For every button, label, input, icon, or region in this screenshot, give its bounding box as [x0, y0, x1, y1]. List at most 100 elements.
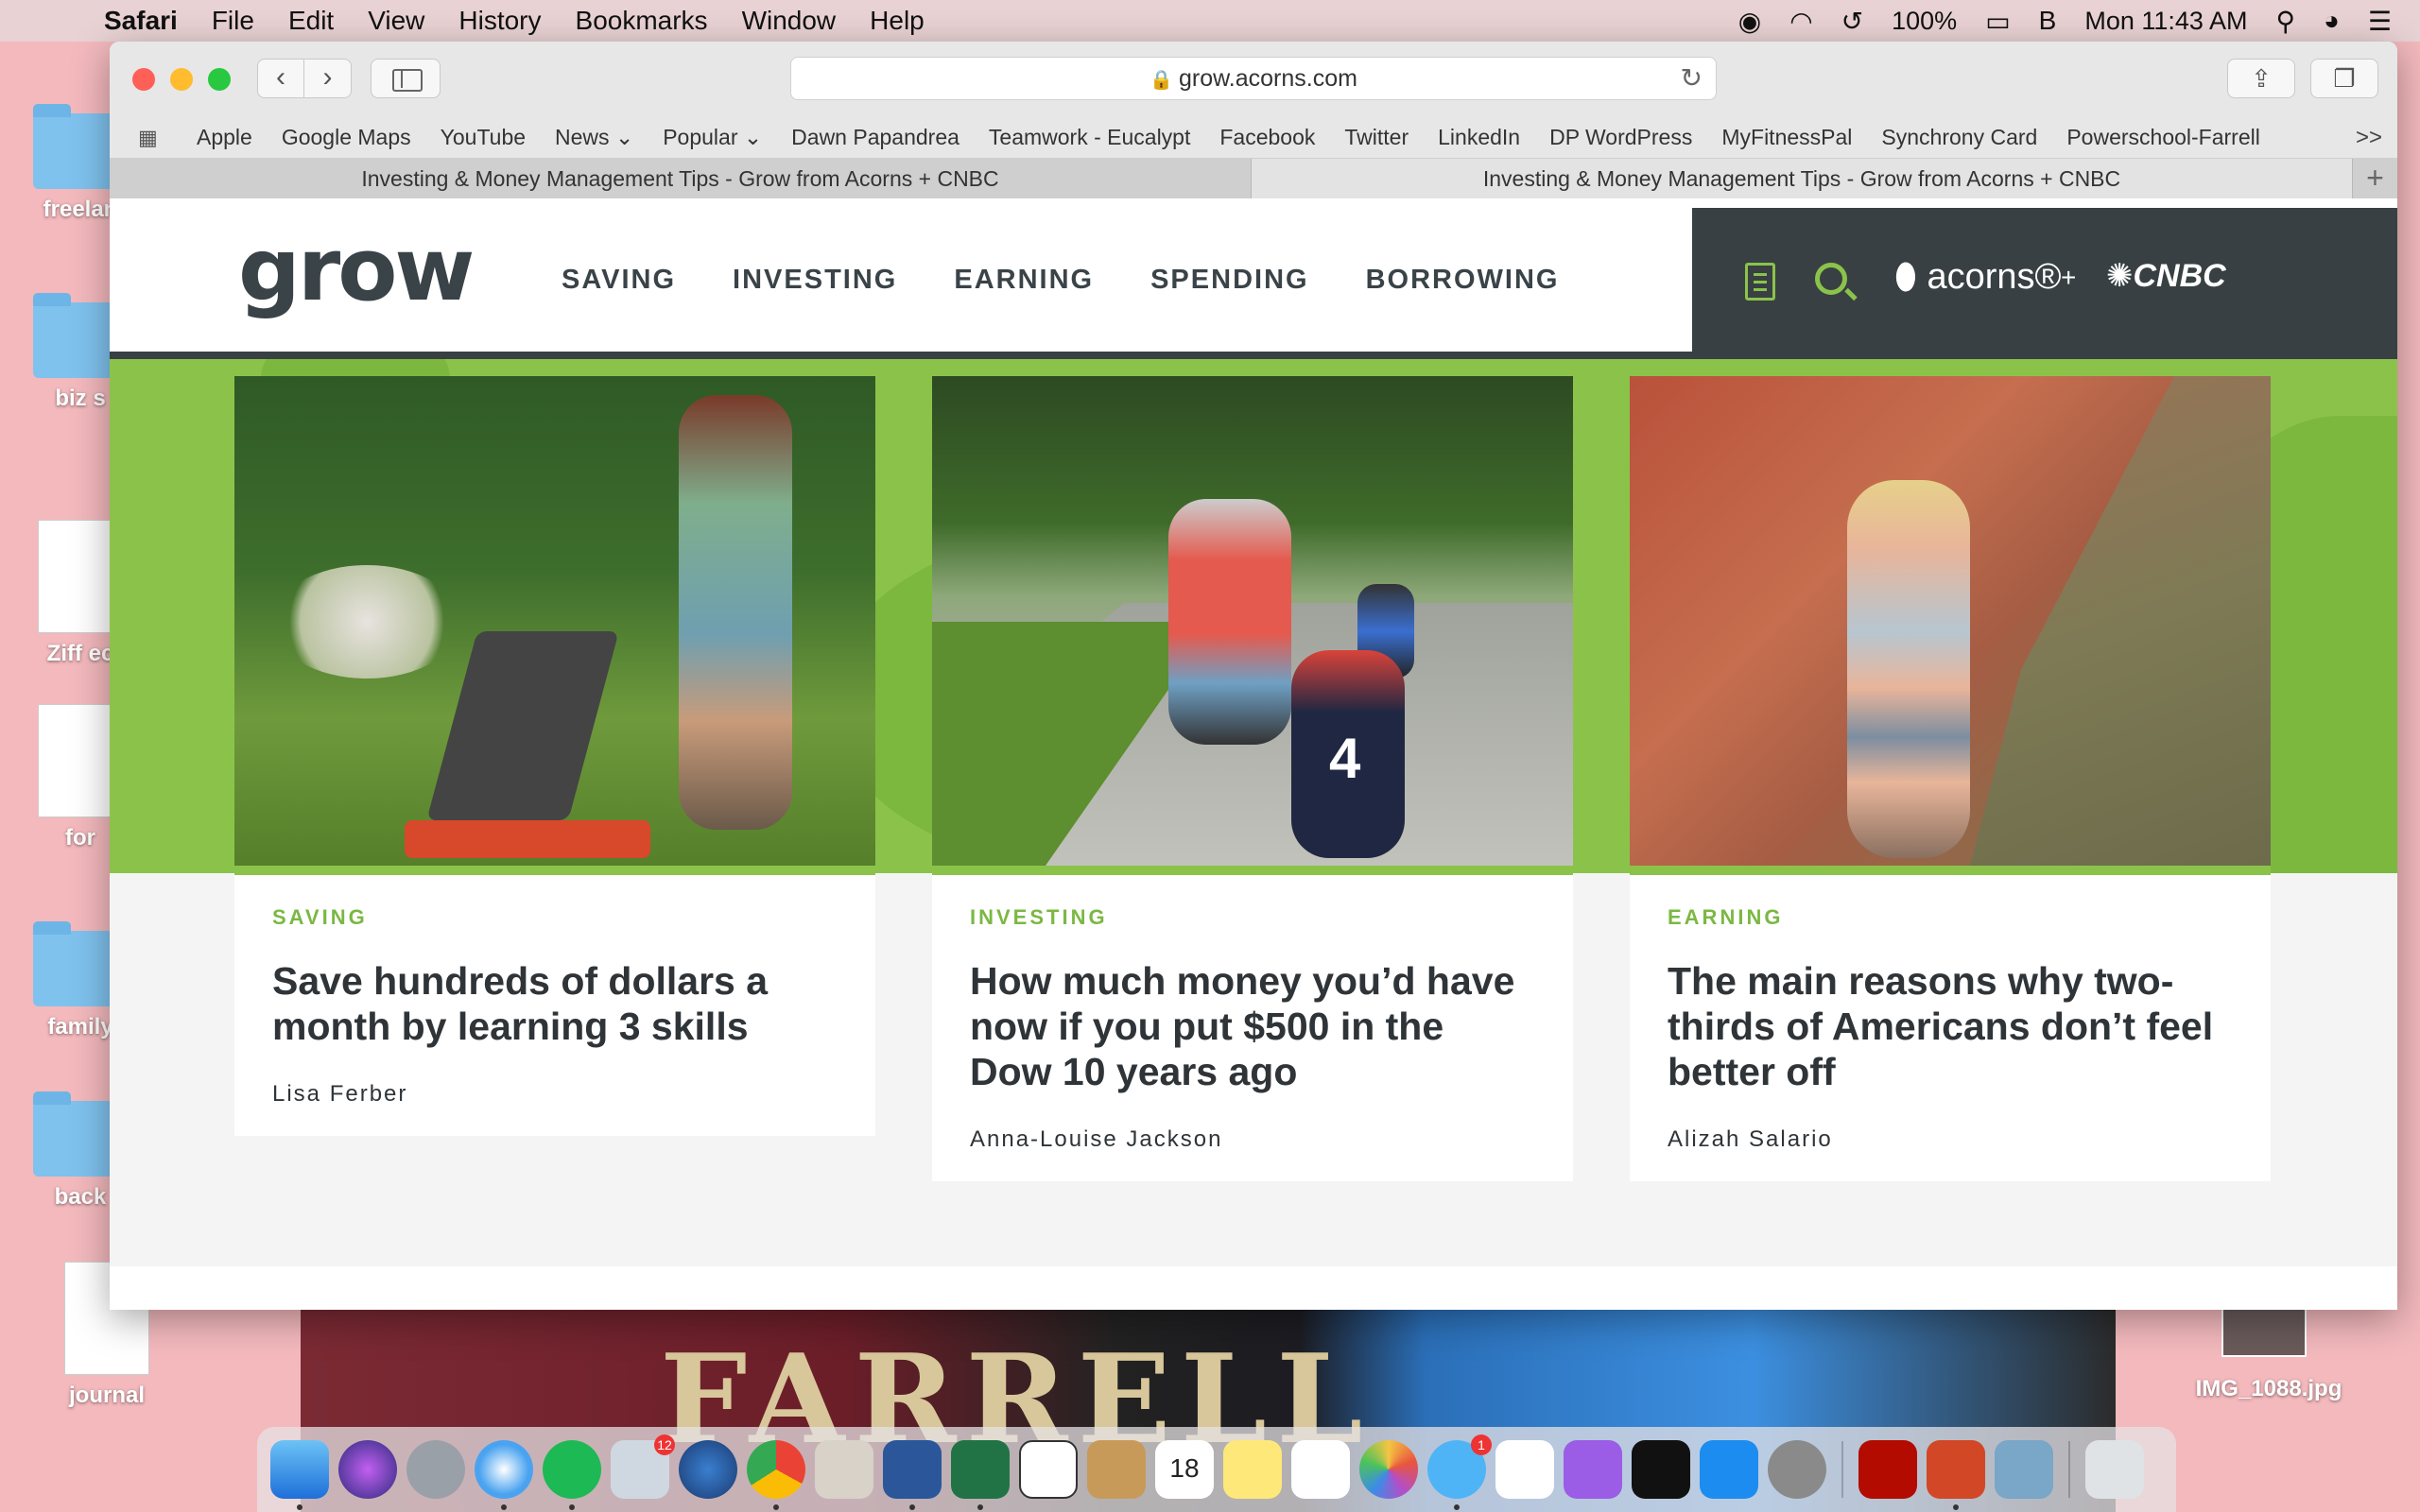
tab-inactive[interactable]: Investing & Money Management Tips - Grow…	[110, 159, 1252, 198]
favorite-synchrony-card[interactable]: Synchrony Card	[1881, 125, 2037, 150]
article-title[interactable]: The main reasons why two-thirds of Ameri…	[1668, 958, 2233, 1094]
safari-icon[interactable]	[475, 1440, 533, 1510]
partner-header: ⬮ acorns® + ✺CNBC	[1692, 208, 2397, 359]
mail-icon[interactable]: 12	[611, 1435, 675, 1499]
word-icon[interactable]	[883, 1440, 942, 1510]
menu-edit[interactable]: Edit	[288, 6, 334, 36]
time-machine-icon[interactable]: ↺	[1841, 6, 1863, 37]
reload-icon[interactable]: ↻	[1681, 58, 1703, 99]
menu-window[interactable]: Window	[742, 6, 837, 36]
preview-icon[interactable]	[1995, 1440, 2053, 1499]
menu-bookmarks[interactable]: Bookmarks	[576, 6, 708, 36]
favorite-facebook[interactable]: Facebook	[1219, 125, 1315, 150]
article-image[interactable]	[1630, 376, 2271, 866]
article-card[interactable]: 4 INVESTING How much money you’d have no…	[932, 376, 1573, 1181]
article-category[interactable]: SAVING	[272, 905, 838, 930]
article-title[interactable]: Save hundreds of dollars a month by lear…	[272, 958, 838, 1049]
favorite-google-maps[interactable]: Google Maps	[282, 125, 411, 150]
favorite-dawn-papandrea[interactable]: Dawn Papandrea	[791, 125, 959, 150]
newsletter-icon[interactable]	[1745, 263, 1775, 301]
show-all-tabs-button[interactable]: ❐	[2310, 59, 2378, 98]
forward-button[interactable]: ›	[304, 59, 352, 98]
menu-help[interactable]: Help	[870, 6, 925, 36]
cnbc-logo[interactable]: ✺CNBC	[2106, 257, 2226, 295]
favorites-grid-icon[interactable]: ▦	[138, 126, 166, 150]
siri-icon[interactable]: ◕	[2324, 6, 2340, 36]
spotify-icon[interactable]	[543, 1440, 601, 1510]
menu-file[interactable]: File	[212, 6, 254, 36]
finder-icon[interactable]	[270, 1440, 329, 1510]
chrome-icon[interactable]	[747, 1440, 805, 1510]
apple-tv-icon[interactable]	[1632, 1440, 1690, 1499]
spotlight-search-icon[interactable]: ⚲	[2275, 6, 2295, 37]
tab-active[interactable]: Investing & Money Management Tips - Grow…	[1252, 159, 2352, 198]
quicktime-icon[interactable]	[679, 1440, 737, 1499]
image-file-thumbnail[interactable]	[2221, 1304, 2307, 1357]
calculator-icon[interactable]	[815, 1440, 873, 1499]
favorite-apple[interactable]: Apple	[197, 125, 252, 150]
favorite-powerschool[interactable]: Powerschool-Farrell	[2066, 125, 2260, 150]
favorites-overflow-button[interactable]: >>	[2356, 117, 2382, 159]
nav-earning[interactable]: EARNING	[954, 265, 1094, 296]
powerpoint-icon[interactable]	[1927, 1440, 1985, 1510]
search-icon[interactable]	[1815, 263, 1847, 295]
system-preferences-icon[interactable]	[1768, 1440, 1826, 1499]
acorns-logo[interactable]: ⬮ acorns®	[1894, 257, 2062, 298]
article-category[interactable]: EARNING	[1668, 905, 2233, 930]
nav-investing[interactable]: INVESTING	[733, 265, 897, 296]
bluetooth-icon[interactable]: B	[2039, 6, 2057, 36]
new-tab-button[interactable]: +	[2352, 159, 2397, 198]
favorite-news-folder[interactable]: News ⌄	[555, 125, 633, 150]
menu-view[interactable]: View	[368, 6, 424, 36]
favorite-dp-wordpress[interactable]: DP WordPress	[1549, 125, 1692, 150]
article-card[interactable]: SAVING Save hundreds of dollars a month …	[234, 376, 875, 1136]
menu-history[interactable]: History	[458, 6, 541, 36]
fullscreen-window-button[interactable]	[208, 68, 231, 91]
article-category[interactable]: INVESTING	[970, 905, 1535, 930]
slack-s-icon[interactable]	[1019, 1440, 1078, 1499]
close-window-button[interactable]	[132, 68, 155, 91]
favorite-popular-folder[interactable]: Popular ⌄	[663, 125, 762, 150]
share-button[interactable]: ⇪	[2227, 59, 2295, 98]
sidebar-toggle-button[interactable]	[371, 59, 441, 98]
article-card[interactable]: EARNING The main reasons why two-thirds …	[1630, 376, 2271, 1181]
nav-saving[interactable]: SAVING	[562, 265, 676, 296]
web-page: grow SAVING INVESTING EARNING SPENDING B…	[110, 208, 2397, 1310]
minimize-window-button[interactable]	[170, 68, 193, 91]
excel-icon[interactable]	[951, 1440, 1010, 1510]
acrobat-icon[interactable]	[1858, 1440, 1917, 1499]
article-title[interactable]: How much money you’d have now if you put…	[970, 958, 1535, 1094]
favorite-linkedin[interactable]: LinkedIn	[1438, 125, 1520, 150]
back-button[interactable]: ‹	[257, 59, 304, 98]
app-store-icon[interactable]	[1700, 1440, 1758, 1499]
photos-icon[interactable]	[1359, 1440, 1418, 1499]
grow-logo[interactable]: grow	[238, 219, 475, 320]
menu-safari[interactable]: Safari	[104, 6, 178, 36]
trash-icon[interactable]	[2085, 1440, 2144, 1499]
notes-icon[interactable]	[1223, 1440, 1282, 1499]
nav-spending[interactable]: SPENDING	[1150, 265, 1308, 296]
article-image[interactable]: 4	[932, 376, 1573, 866]
battery-icon[interactable]: ▭	[1985, 6, 2010, 37]
music-icon[interactable]	[1495, 1440, 1554, 1499]
article-image[interactable]	[234, 376, 875, 866]
battery-percent[interactable]: 100%	[1892, 7, 1957, 36]
favorite-twitter[interactable]: Twitter	[1344, 125, 1409, 150]
wifi-icon[interactable]: ◠	[1789, 6, 1812, 37]
favorite-teamwork[interactable]: Teamwork - Eucalypt	[989, 125, 1190, 150]
calendar-icon[interactable]: 18	[1155, 1440, 1214, 1499]
creative-cloud-icon[interactable]: ◉	[1738, 6, 1761, 37]
menu-clock[interactable]: Mon 11:43 AM	[2084, 7, 2247, 36]
favorite-youtube[interactable]: YouTube	[441, 125, 526, 150]
notification-center-icon[interactable]: ☰	[2368, 6, 2392, 37]
messages-icon[interactable]: 1	[1427, 1435, 1492, 1510]
podcasts-icon[interactable]	[1564, 1440, 1622, 1499]
address-bar[interactable]: 🔒 grow.acorns.com ↻	[790, 57, 1717, 100]
reminders-icon[interactable]	[1291, 1440, 1350, 1499]
contacts-icon[interactable]	[1087, 1440, 1146, 1499]
siri-icon[interactable]	[338, 1440, 397, 1499]
nav-borrowing[interactable]: BORROWING	[1366, 265, 1560, 296]
favorite-myfitnesspal[interactable]: MyFitnessPal	[1721, 125, 1852, 150]
desktop-image-file[interactable]: IMG_1088.jpg	[2184, 1376, 2354, 1402]
launchpad-icon[interactable]	[406, 1440, 465, 1499]
